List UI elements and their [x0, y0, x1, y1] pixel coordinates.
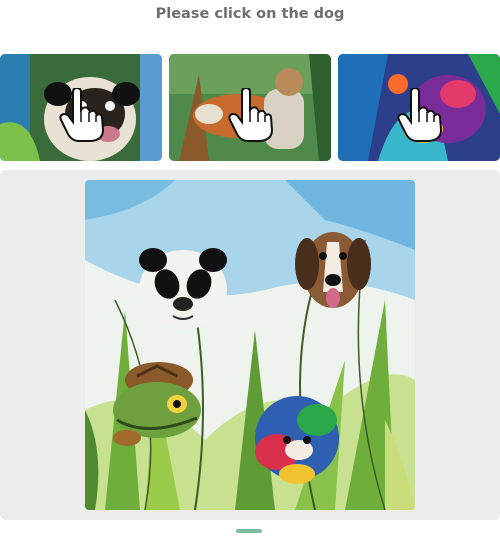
- example-image-brown-dog: [169, 54, 331, 161]
- critter-panda[interactable]: [135, 242, 231, 332]
- hand-pointer-icon: [397, 87, 443, 142]
- example-image-colorful-dog: [338, 54, 500, 161]
- challenge-panel: [0, 170, 500, 520]
- panda-icon: [139, 248, 227, 330]
- example-image-pug: [0, 54, 162, 161]
- critter-turtle[interactable]: [107, 358, 207, 450]
- prompt-title: Please click on the dog: [155, 6, 345, 22]
- critter-dog[interactable]: [293, 222, 373, 314]
- challenge-image: [85, 180, 415, 510]
- critter-parrot[interactable]: [247, 390, 343, 488]
- footer-indicator: [236, 529, 262, 533]
- parrot-icon: [255, 396, 339, 484]
- hand-pointer-icon: [228, 87, 274, 142]
- example-images: [0, 54, 500, 161]
- dog-icon: [295, 232, 371, 308]
- footer-strip: [0, 527, 500, 536]
- turtle-icon: [113, 362, 201, 446]
- hand-pointer-icon: [59, 87, 105, 142]
